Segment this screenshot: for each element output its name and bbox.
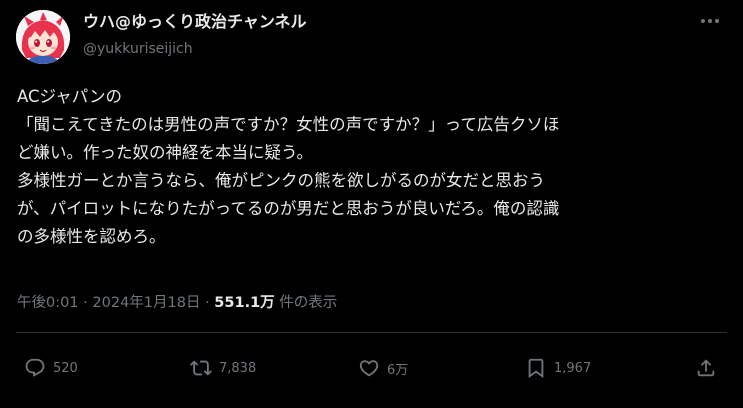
like-button[interactable]: 6万: [358, 355, 408, 381]
tweet-time[interactable]: 午後0:01: [17, 295, 79, 311]
display-name[interactable]: ウハ@ゆっくり政治チャンネル: [83, 12, 307, 32]
tweet-text: ACジャパンの 「聞こえてきたのは男性の声ですか？女性の声ですか？」って広告クソ…: [17, 83, 732, 251]
tweet-meta: 午後0:01 · 2024年1月18日 · 551.1万 件の表示: [17, 292, 337, 314]
tweet-date[interactable]: 2024年1月18日: [92, 295, 200, 311]
like-count: 6万: [387, 362, 409, 378]
avatar[interactable]: [16, 10, 70, 64]
tweet-text-line: 「聞こえてきたのは男性の声ですか？女性の声ですか？」って広告クソほ: [17, 115, 560, 134]
user-info: ウハ@ゆっくり政治チャンネル @yukkuriseijich: [83, 12, 307, 59]
tweet-detail: ウハ@ゆっくり政治チャンネル @yukkuriseijich ACジャパンの 「…: [0, 0, 743, 408]
heart-icon: [358, 357, 380, 379]
views-label: 件の表示: [274, 295, 338, 311]
reply-count: 520: [53, 360, 78, 376]
tweet-text-line: 多様性ガーとか言うなら、俺がピンクの熊を欲しがるのが女だと思おう: [17, 171, 545, 190]
bookmark-count: 1,967: [554, 360, 592, 376]
more-options-button[interactable]: [695, 10, 725, 32]
retweet-count: 7,838: [219, 360, 257, 376]
tweet-text-line: ど嫌い。作った奴の神経を本当に疑う。: [17, 143, 314, 162]
retweet-button[interactable]: 7,838: [190, 355, 256, 381]
divider: [16, 332, 727, 333]
bookmark-icon: [525, 357, 547, 379]
reply-icon: [24, 357, 46, 379]
meta-separator: ·: [78, 295, 93, 311]
views-count: 551.1万: [214, 295, 275, 311]
tweet-text-line: ACジャパンの: [17, 87, 123, 106]
meta-separator: ·: [200, 295, 215, 311]
retweet-icon: [190, 357, 212, 379]
bookmark-button[interactable]: 1,967: [525, 355, 591, 381]
share-icon: [695, 357, 717, 379]
user-handle[interactable]: @yukkuriseijich: [83, 39, 307, 59]
more-horizontal-icon: [701, 19, 719, 23]
action-bar: 520 7,838 6万 1,967: [0, 355, 743, 381]
share-button[interactable]: [695, 355, 717, 381]
tweet-text-line: が、パイロットになりたがってるのが男だと思おうが良いだろ。俺の認識: [17, 199, 560, 218]
anime-girl-avatar-icon: [16, 10, 70, 64]
tweet-text-line: の多様性を認めろ。: [17, 227, 166, 246]
reply-button[interactable]: 520: [24, 355, 78, 381]
